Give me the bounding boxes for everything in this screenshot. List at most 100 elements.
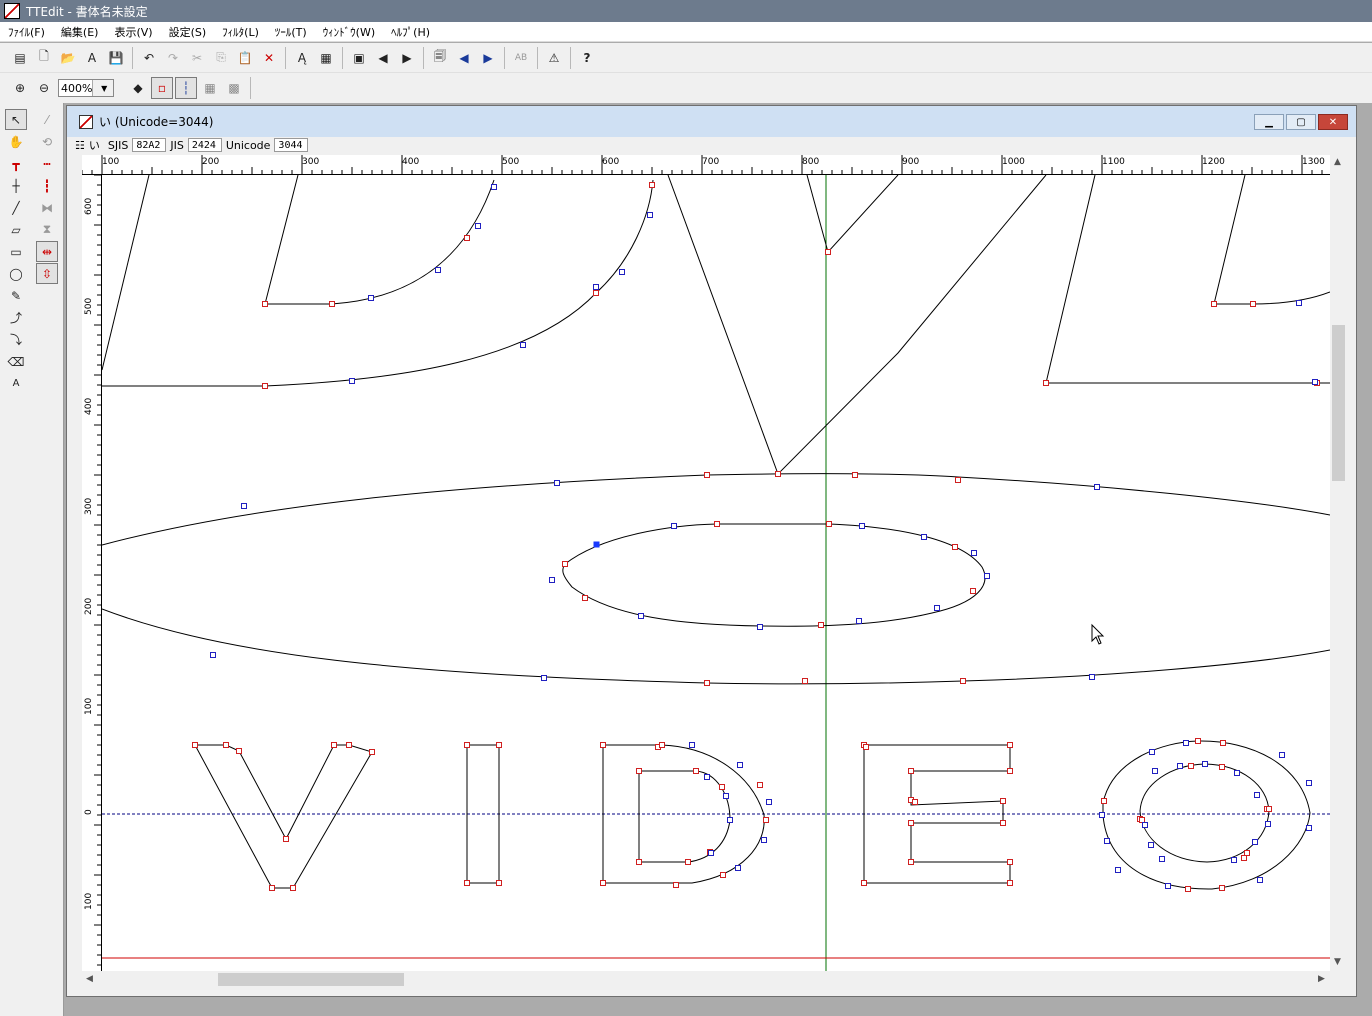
on-curve-point[interactable]: [262, 383, 268, 389]
off-curve-point[interactable]: [1089, 674, 1095, 680]
on-curve-point[interactable]: [826, 521, 832, 527]
undo-icon[interactable]: ↶: [138, 47, 160, 69]
on-curve-point[interactable]: [1211, 301, 1217, 307]
menu-view[interactable]: 表示(V): [106, 24, 160, 40]
on-curve-point[interactable]: [952, 544, 958, 550]
glyph-canvas[interactable]: [102, 175, 1330, 971]
off-curve-point[interactable]: [1296, 300, 1302, 306]
on-curve-point[interactable]: [719, 784, 725, 790]
line-icon[interactable]: ╱: [5, 197, 27, 218]
on-curve-point[interactable]: [861, 880, 867, 886]
on-curve-point[interactable]: [496, 880, 502, 886]
on-curve-point[interactable]: [1250, 301, 1256, 307]
on-curve-point[interactable]: [1007, 742, 1013, 748]
node-curve-icon[interactable]: ⤵: [5, 329, 27, 350]
off-curve-point[interactable]: [1306, 825, 1312, 831]
vertical-scroll-thumb[interactable]: [1332, 325, 1345, 481]
off-curve-point[interactable]: [1165, 883, 1171, 889]
on-curve-point[interactable]: [600, 742, 606, 748]
menu-settings[interactable]: 設定(S): [161, 24, 215, 40]
char-list-icon[interactable]: ▣: [348, 47, 370, 69]
new-file-icon[interactable]: 🗋: [33, 47, 55, 69]
on-curve-point[interactable]: [763, 817, 769, 823]
on-curve-point[interactable]: [1220, 740, 1226, 746]
on-curve-point[interactable]: [562, 561, 568, 567]
on-curve-point[interactable]: [757, 782, 763, 788]
on-curve-point[interactable]: [693, 768, 699, 774]
help-button[interactable]: ?: [576, 47, 598, 69]
cut-icon[interactable]: ✂: [186, 47, 208, 69]
glyph-select-icon[interactable]: ▦: [315, 47, 337, 69]
off-curve-point[interactable]: [554, 480, 560, 486]
menu-filter[interactable]: ﾌｨﾙﾀ(L): [214, 24, 267, 40]
on-curve-point[interactable]: [1000, 798, 1006, 804]
selected-point[interactable]: [593, 541, 600, 548]
on-curve-point[interactable]: [863, 744, 869, 750]
show-points-icon[interactable]: ▫: [151, 77, 173, 99]
off-curve-point[interactable]: [1148, 842, 1154, 848]
glyph-icon[interactable]: Ą: [291, 47, 313, 69]
fill-icon[interactable]: ◆: [127, 77, 149, 99]
off-curve-point[interactable]: [1183, 740, 1189, 746]
off-curve-point[interactable]: [241, 503, 247, 509]
on-curve-point[interactable]: [912, 799, 918, 805]
preview-ab-button[interactable]: AB: [510, 47, 532, 69]
unicode-field[interactable]: 3044: [274, 138, 309, 152]
sjis-field[interactable]: 82A2: [132, 138, 167, 152]
mirror-vertical-icon[interactable]: ⧗: [36, 219, 58, 240]
off-curve-point[interactable]: [1152, 768, 1158, 774]
scroll-left-icon[interactable]: ◀: [86, 974, 93, 984]
on-curve-point[interactable]: [1043, 380, 1049, 386]
on-curve-point[interactable]: [1007, 768, 1013, 774]
on-curve-point[interactable]: [908, 768, 914, 774]
off-curve-point[interactable]: [723, 793, 729, 799]
on-curve-point[interactable]: [852, 472, 858, 478]
point-add-icon[interactable]: ┳: [5, 153, 27, 174]
off-curve-point[interactable]: [1257, 877, 1263, 883]
show-guides-icon[interactable]: ┆: [175, 77, 197, 99]
off-curve-point[interactable]: [757, 624, 763, 630]
off-curve-point[interactable]: [1306, 780, 1312, 786]
off-curve-point[interactable]: [859, 523, 865, 529]
point-split-icon[interactable]: ┼: [5, 175, 27, 196]
new-font-icon[interactable]: ▤: [9, 47, 31, 69]
text-icon[interactable]: A: [5, 373, 27, 394]
align-vertical-icon[interactable]: ┇: [36, 175, 58, 196]
next-char-icon[interactable]: ▶: [396, 47, 418, 69]
off-curve-point[interactable]: [766, 799, 772, 805]
off-curve-point[interactable]: [1115, 867, 1121, 873]
off-curve-point[interactable]: [435, 267, 441, 273]
vertical-scrollbar[interactable]: ▲ ▼: [1330, 155, 1347, 971]
align-horizontal-icon[interactable]: ┅: [36, 153, 58, 174]
zoom-out-icon[interactable]: ⊖: [33, 77, 55, 99]
on-curve-point[interactable]: [582, 595, 588, 601]
off-curve-point[interactable]: [856, 618, 862, 624]
paste-icon[interactable]: 📋: [234, 47, 256, 69]
on-curve-point[interactable]: [908, 820, 914, 826]
on-curve-point[interactable]: [704, 680, 710, 686]
on-curve-point[interactable]: [970, 588, 976, 594]
off-curve-point[interactable]: [647, 212, 653, 218]
off-curve-point[interactable]: [1142, 822, 1148, 828]
off-curve-point[interactable]: [1231, 857, 1237, 863]
open-folder-icon[interactable]: 📂: [57, 47, 79, 69]
hand-icon[interactable]: ✋: [5, 131, 27, 152]
on-curve-point[interactable]: [908, 859, 914, 865]
close-button[interactable]: ✕: [1318, 114, 1348, 130]
on-curve-point[interactable]: [1101, 798, 1107, 804]
scroll-down-icon[interactable]: ▼: [1334, 957, 1341, 967]
select-arrow-icon[interactable]: ↖: [5, 109, 27, 130]
on-curve-point[interactable]: [236, 748, 242, 754]
off-curve-point[interactable]: [1177, 763, 1183, 769]
next-icon[interactable]: ▶: [477, 47, 499, 69]
off-curve-point[interactable]: [1254, 792, 1260, 798]
off-curve-point[interactable]: [1159, 856, 1165, 862]
on-curve-point[interactable]: [464, 880, 470, 886]
ellipse-icon[interactable]: ◯: [5, 263, 27, 284]
horizontal-scroll-thumb[interactable]: [218, 973, 404, 986]
on-curve-point[interactable]: [1219, 885, 1225, 891]
off-curve-point[interactable]: [475, 223, 481, 229]
off-curve-point[interactable]: [921, 534, 927, 540]
off-curve-point[interactable]: [541, 675, 547, 681]
off-curve-point[interactable]: [704, 774, 710, 780]
